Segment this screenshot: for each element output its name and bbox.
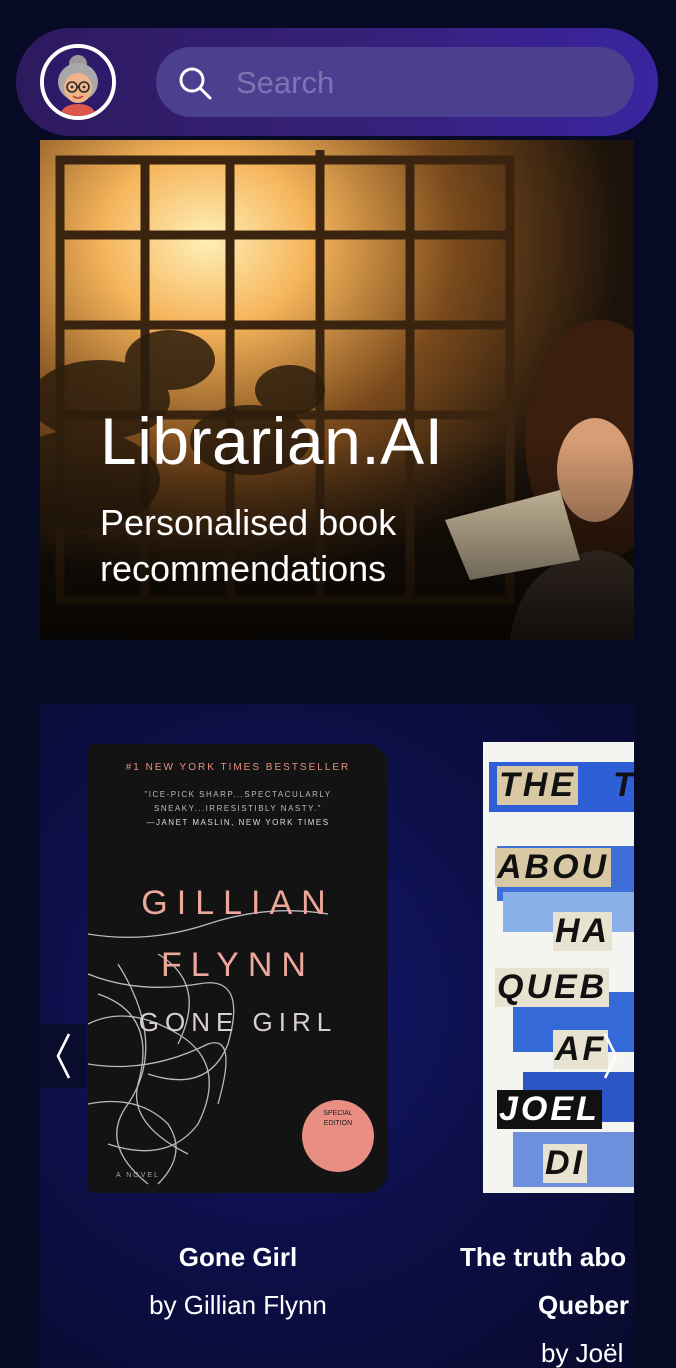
cover-badge-2: EDITION xyxy=(323,1120,353,1127)
cover-word: JOEL xyxy=(497,1090,602,1129)
chevron-left-icon xyxy=(56,1033,71,1079)
cover-footer: A NOVEL xyxy=(116,1172,160,1179)
librarian-avatar-icon xyxy=(44,48,112,116)
cover-blurb-2: SNEAKY...IRRESISTIBLY NASTY." xyxy=(153,804,323,813)
cover-word: DI xyxy=(543,1144,587,1183)
cover-title: GONE GIRL xyxy=(138,1007,338,1037)
book-title-line-2: Queber xyxy=(538,1290,630,1320)
search-bar xyxy=(156,47,634,119)
book-title[interactable]: Gone Girl xyxy=(88,1242,388,1273)
app-header xyxy=(16,28,658,136)
cover-word: T xyxy=(613,766,634,804)
book-title[interactable]: The truth abo xyxy=(460,1242,634,1273)
cover-word: ABOU xyxy=(495,848,612,887)
search-icon[interactable] xyxy=(178,66,212,100)
cover-author-first: GILLIAN xyxy=(141,884,335,922)
cover-author-last: FLYNN xyxy=(161,946,315,984)
carousel-prev-button[interactable] xyxy=(40,1024,86,1088)
hero-banner: Librarian.AI Personalised book recommend… xyxy=(40,140,634,640)
book-cover-harry-quebert[interactable]: THE T ABOU HA QUEB AF JOEL DI xyxy=(483,742,634,1193)
hero-title: Librarian.AI xyxy=(100,404,444,478)
cover-word: QUEB xyxy=(495,968,610,1007)
book-cover-gone-girl[interactable]: #1 NEW YORK TIMES BESTSELLER "ICE-PICK S… xyxy=(88,744,388,1193)
carousel-next-button[interactable] xyxy=(588,1024,634,1088)
cover-word: THE xyxy=(497,766,578,805)
book-carousel: #1 NEW YORK TIMES BESTSELLER "ICE-PICK S… xyxy=(40,704,634,1368)
book-author: by Joël xyxy=(541,1338,624,1368)
cover-blurb-1: "ICE-PICK SHARP...SPECTACULARLY xyxy=(144,790,332,799)
profile-avatar[interactable] xyxy=(40,44,116,120)
cover-tagline: #1 NEW YORK TIMES BESTSELLER xyxy=(125,762,351,773)
book-author: by Gillian Flynn xyxy=(149,1290,327,1320)
book-title-line-1: The truth abo xyxy=(460,1242,627,1272)
chevron-right-icon xyxy=(603,1033,618,1079)
search-input[interactable] xyxy=(234,47,618,119)
cover-blurb-3: —JANET MASLIN, NEW YORK TIMES xyxy=(146,818,330,827)
cover-badge-1: SPECIAL xyxy=(323,1110,353,1117)
hero-subtitle: Personalised book recommendations xyxy=(100,502,397,589)
cover-word: HA xyxy=(553,912,613,951)
